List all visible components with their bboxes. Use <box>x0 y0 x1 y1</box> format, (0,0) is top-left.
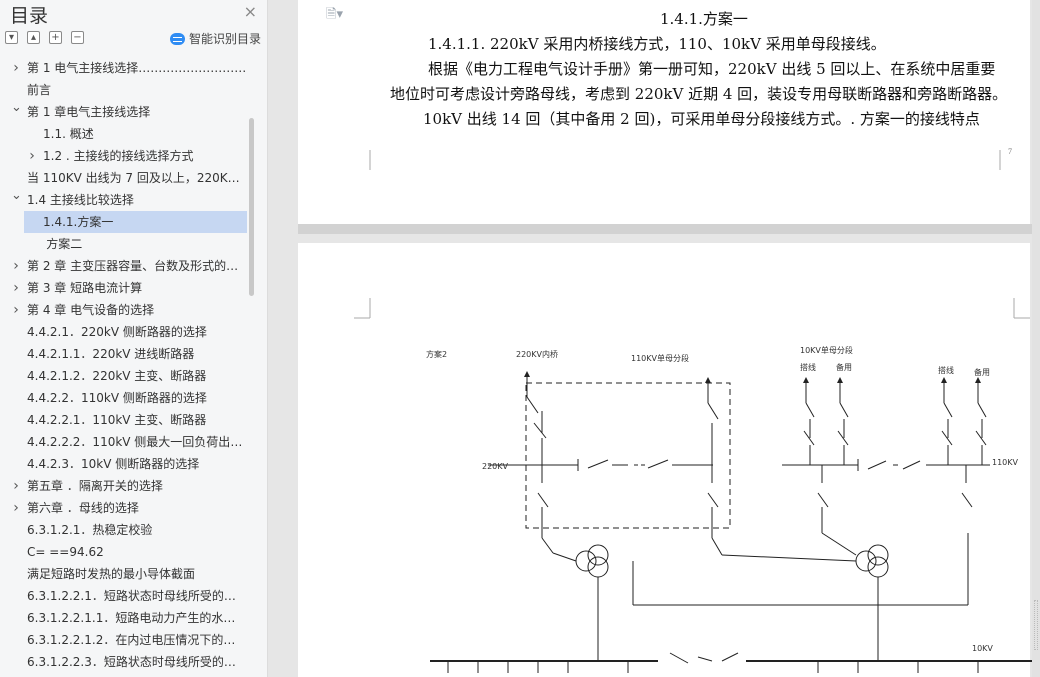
diagram-label: 备用 <box>974 367 990 377</box>
toc-item[interactable]: 6.3.1.2.1．热稳定校验 <box>5 519 263 541</box>
toc-item-label: 满足短路时发热的最小导体截面 <box>27 567 196 581</box>
toc-item[interactable]: 6.3.1.2.2.3．短路状态时母线所受的最大应力 <box>5 651 263 673</box>
chevron-right-icon[interactable]: › <box>11 277 21 299</box>
toc-controls: ▾ ▴ + − <box>5 31 84 44</box>
diagram-label: 110KV单母分段 <box>631 353 689 363</box>
diagram-label: 备用 <box>836 362 852 372</box>
toc-item[interactable]: 4.4.2.1．220kV 侧断路器的选择 <box>5 321 263 343</box>
diagram-label: 110KV <box>992 458 1019 467</box>
toc-item[interactable]: › 1.2 . 主接线的接线选择方式 <box>5 145 263 167</box>
toc-item-label: 第 1 章电气主接线选择 <box>27 105 151 119</box>
toc-item-label: 4.4.2.1．220kV 侧断路器的选择 <box>27 325 207 339</box>
toc-item[interactable]: ⌄ 1.4 主接线比较选择 <box>5 189 263 211</box>
toc-item-label: 第 2 章 主变压器容量、台数及形式的选择 <box>27 259 251 273</box>
toc-item[interactable]: 4.4.2.3．10kV 侧断路器的选择 <box>5 453 263 475</box>
ai-icon <box>169 32 185 45</box>
toc-item[interactable]: › 第五章 ．隔离开关的选择 <box>5 475 263 497</box>
toc-item[interactable]: › 第 4 章 电气设备的选择 <box>5 299 263 321</box>
toc-item[interactable]: 6.3.1.2.2.1．短路状态时母线所受的最大电动力 <box>5 585 263 607</box>
diagram-label: 方案2 <box>426 349 447 359</box>
toc-item-label: 第 1 电气主接线选择…………………………… <box>27 61 263 75</box>
toc-item[interactable]: › 第六章 ．母线的选择 <box>5 497 263 519</box>
smart-toc-label: 智能识别目录 <box>188 32 261 46</box>
toc-item-label: 6.3.1.2.1．热稳定校验 <box>27 523 153 537</box>
toc-item-label: 6.3.1.2.2.1．短路状态时母线所受的最大电动力 <box>27 589 263 603</box>
toc-item[interactable]: 4.4.2.1.2．220kV 主变、断路器 <box>5 365 263 387</box>
toc-item-label: 4.4.2.2.1．110kV 主变、断路器 <box>27 413 207 427</box>
chevron-right-icon[interactable]: › <box>11 57 21 79</box>
toc-item-label: 第 3 章 短路电流计算 <box>27 281 143 295</box>
diagram-label: 220KV <box>482 462 509 471</box>
toc-item-label: 6.3.1.2.2.1.2．在内过电压情况下的风速产生的力 <box>27 633 263 647</box>
remove-heading-button[interactable]: − <box>71 31 84 44</box>
smart-toc-button[interactable]: 智能识别目录 <box>169 30 261 47</box>
diagram-label: 搭线 <box>800 362 816 372</box>
toc-item-label: 4.4.2.1.1．220kV 进线断路器 <box>27 347 195 361</box>
toc-item[interactable]: 4.4.2.2．110kV 侧断路器的选择 <box>5 387 263 409</box>
toc-item-label: 1.4 主接线比较选择 <box>27 193 134 207</box>
expand-all-button[interactable]: ▴ <box>27 31 40 44</box>
toc-item-label: 4.4.2.3．10kV 侧断路器的选择 <box>27 457 200 471</box>
toc-item[interactable]: 6.3.1.2.2.1.2．在内过电压情况下的风速产生的力 <box>5 629 263 651</box>
toc-item[interactable]: 6.3.1.2.2.1.1．短路电动力产生的水平弯矩 <box>5 607 263 629</box>
toc-item[interactable]: › 第 1 电气主接线选择…………………………… <box>5 57 263 79</box>
main-wiring-diagram: 方案2 220KV内桥 110KV单母分段 10KV单母分段 搭线 备用 搭线 … <box>426 345 1032 673</box>
toc-item[interactable]: ⌄ 第 1 章电气主接线选择 <box>5 101 263 123</box>
toc-item-label: 第六章 ．母线的选择 <box>27 501 139 515</box>
chevron-right-icon[interactable]: › <box>11 475 21 497</box>
toc-item-label: 4.4.2.2．110kV 侧断路器的选择 <box>27 391 207 405</box>
add-heading-button[interactable]: + <box>49 31 62 44</box>
chevron-right-icon[interactable]: › <box>11 497 21 519</box>
toc-item[interactable]: › 第 3 章 短路电流计算 <box>5 277 263 299</box>
toc-panel: 目录 × ▾ ▴ + − 智能识别目录 › 第 1 电气主接线选择……………………… <box>0 0 268 677</box>
diagram-label: 220KV内桥 <box>516 349 558 359</box>
document-scrollbar[interactable] <box>1032 0 1040 677</box>
toc-item-label: 前言 <box>27 83 52 97</box>
toc-item-label: 1.1. 概述 <box>43 127 94 141</box>
chevron-down-icon[interactable]: ⌄ <box>11 101 22 119</box>
diagram-label: 10KV单母分段 <box>800 345 853 355</box>
close-icon[interactable]: × <box>244 2 257 21</box>
toc-item-label: 4.4.2.2.2．110kV 侧最大一回负荷出线断路器 <box>27 435 263 449</box>
toc-item-label: C= ==94.62 <box>27 545 104 559</box>
toc-item[interactable]: 4.4.2.1.1．220kV 进线断路器 <box>5 343 263 365</box>
sidebar-scrollbar[interactable] <box>249 118 254 296</box>
toc-item[interactable]: C= ==94.62 <box>5 541 263 563</box>
diagram-label: 搭线 <box>938 365 954 375</box>
chevron-right-icon[interactable]: › <box>11 299 21 321</box>
toc-item-label: 当 110KV 出线为 7 回及以上，220KV 出线为 5 回及以上 <box>27 171 263 185</box>
toc-list: › 第 1 电气主接线选择…………………………… 前言 ⌄ 第 1 章电气主接线选择 1.… <box>5 57 263 673</box>
toc-item[interactable]: 4.4.2.2.2．110kV 侧最大一回负荷出线断路器 <box>5 431 263 453</box>
scrollbar-thumb[interactable] <box>1034 600 1038 650</box>
diagram-label: 10KV <box>972 644 993 653</box>
chevron-right-icon[interactable]: › <box>27 145 37 167</box>
toc-item-label: 第 4 章 电气设备的选择 <box>27 303 155 317</box>
toc-item-label: 4.4.2.1.2．220kV 主变、断路器 <box>27 369 207 383</box>
toc-item[interactable]: 4.4.2.2.1．110kV 主变、断路器 <box>5 409 263 431</box>
toc-item[interactable]: › 第 2 章 主变压器容量、台数及形式的选择 <box>5 255 263 277</box>
toc-item-label: 第五章 ．隔离开关的选择 <box>27 479 163 493</box>
toc-item[interactable]: 前言 <box>5 79 263 101</box>
toc-item-label: 1.2 . 主接线的接线选择方式 <box>43 149 194 163</box>
toc-item[interactable]: 满足短路时发热的最小导体截面 <box>5 563 263 585</box>
collapse-all-button[interactable]: ▾ <box>5 31 18 44</box>
chevron-right-icon[interactable]: › <box>11 255 21 277</box>
toc-title: 目录 <box>10 5 49 27</box>
toc-item[interactable]: 当 110KV 出线为 7 回及以上，220KV 出线为 5 回及以上 <box>5 167 263 189</box>
toc-item-label: 1.4.1.方案一 <box>43 215 114 229</box>
toc-item-label: 6.3.1.2.2.3．短路状态时母线所受的最大应力 <box>27 655 263 669</box>
toc-item[interactable]: 方案二 <box>5 233 263 255</box>
toc-item[interactable]: 1.4.1.方案一 <box>24 211 247 233</box>
toc-item-label: 6.3.1.2.2.1.1．短路电动力产生的水平弯矩 <box>27 611 260 625</box>
chevron-down-icon[interactable]: ⌄ <box>11 189 22 207</box>
toc-item[interactable]: 1.1. 概述 <box>5 123 263 145</box>
toc-item-label: 方案二 <box>46 237 83 251</box>
